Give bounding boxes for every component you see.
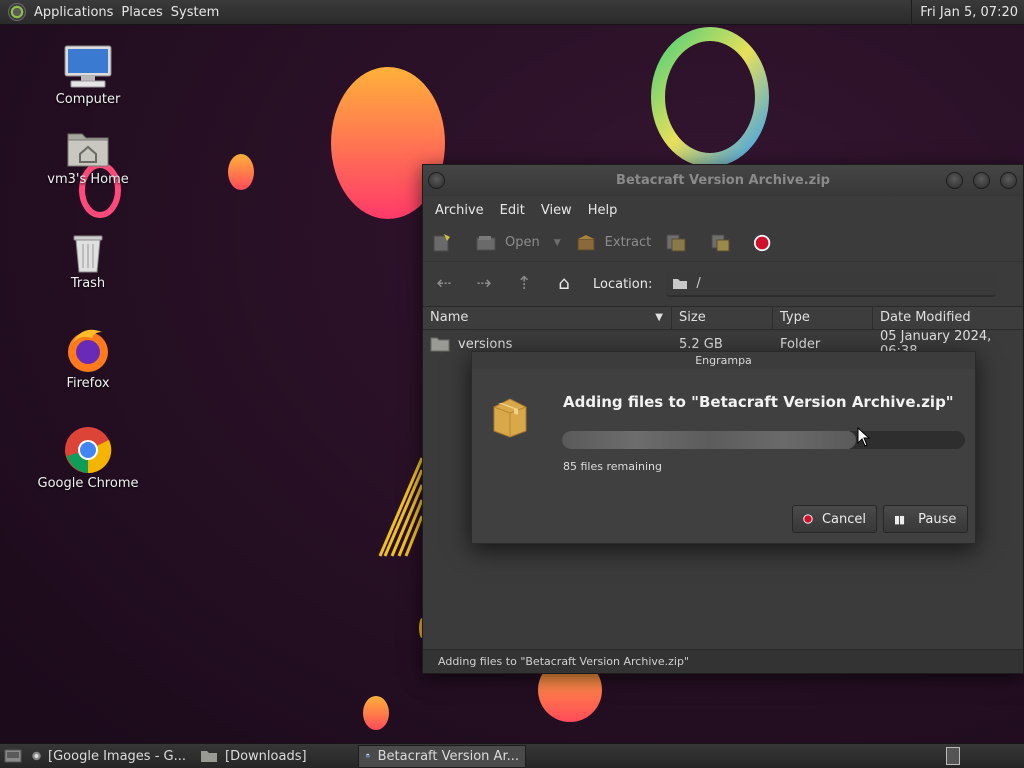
- column-type-label: Type: [780, 310, 810, 325]
- open-button[interactable]: Open ▼: [475, 233, 561, 253]
- task-downloads[interactable]: [Downloads]: [194, 745, 356, 768]
- maximize-button[interactable]: [973, 172, 990, 189]
- workspace-switcher-icon[interactable]: [946, 747, 960, 765]
- add-folder-icon: [711, 234, 730, 251]
- open-dropdown-icon[interactable]: ▼: [554, 238, 561, 248]
- clock[interactable]: Fri Jan 5, 07:20: [911, 0, 1024, 25]
- files-remaining: 85 files remaining: [563, 460, 663, 473]
- extract-label: Extract: [604, 235, 652, 250]
- desktop-icon-firefox[interactable]: Firefox: [33, 326, 143, 391]
- home-folder-icon: [67, 133, 109, 167]
- back-arrow-icon[interactable]: ⇠: [431, 273, 457, 295]
- new-archive-button[interactable]: [431, 233, 461, 253]
- sort-descending-icon: ▼: [655, 312, 663, 323]
- column-size[interactable]: Size: [672, 306, 773, 330]
- desktop-icon-label: Computer: [55, 92, 121, 107]
- desktop-icon-label: vm3's Home: [47, 172, 129, 187]
- column-date-modified[interactable]: Date Modified: [873, 306, 1023, 330]
- folder-icon: [673, 278, 688, 289]
- stop-icon: [754, 234, 771, 251]
- desktop-icon-home[interactable]: vm3's Home: [33, 128, 143, 187]
- column-name[interactable]: Name ▼: [423, 306, 672, 330]
- mouse-cursor-icon: [857, 427, 871, 447]
- task-label: Betacraft Version Ar...: [377, 748, 519, 764]
- up-arrow-icon[interactable]: ⇡: [511, 273, 537, 295]
- desktop-icon-computer[interactable]: Computer: [33, 44, 143, 107]
- desktop-icon-chrome[interactable]: Google Chrome: [33, 426, 143, 491]
- chrome-icon: [32, 751, 41, 761]
- home-icon[interactable]: ⌂: [551, 273, 577, 295]
- location-bar: ⇠ ⇢ ⇡ ⌂ Location: /: [423, 262, 1023, 306]
- file-list-header: Name ▼ Size Type Date Modified: [423, 306, 1023, 330]
- dialog-title[interactable]: Engrampa: [472, 352, 975, 369]
- folder-icon: [430, 337, 450, 352]
- pause-button[interactable]: ▮▮ Pause: [883, 505, 968, 533]
- task-label: [Downloads]: [225, 748, 307, 764]
- top-panel: Applications Places System Fri Jan 5, 07…: [0, 0, 1024, 25]
- open-label: Open: [505, 235, 540, 250]
- row-type: Folder: [780, 336, 821, 352]
- status-bar: Adding files to "Betacraft Version Archi…: [423, 649, 1023, 673]
- mate-logo-icon[interactable]: [8, 3, 26, 21]
- progress-bar: [562, 431, 965, 449]
- system-menu[interactable]: System: [171, 5, 227, 20]
- dialog-heading: Adding files to "Betacraft Version Archi…: [563, 393, 954, 411]
- column-type[interactable]: Type: [773, 306, 873, 330]
- menu-help[interactable]: Help: [580, 203, 626, 218]
- applications-menu[interactable]: Applications: [34, 5, 121, 20]
- add-files-icon: [666, 234, 686, 251]
- cancel-button[interactable]: Cancel: [792, 505, 877, 533]
- window-titlebar[interactable]: Betacraft Version Archive.zip: [423, 165, 1023, 196]
- add-files-button[interactable]: [665, 233, 695, 253]
- desktop-icon-label: Firefox: [66, 376, 110, 391]
- add-folder-button[interactable]: [709, 233, 739, 253]
- desktop-icon-trash[interactable]: Trash: [33, 228, 143, 291]
- computer-icon: [64, 45, 112, 88]
- desktop-icon-label: Trash: [70, 276, 106, 291]
- window-menu-button[interactable]: [428, 172, 445, 189]
- extract-icon: [577, 234, 595, 250]
- desktop-icon-label: Google Chrome: [37, 476, 139, 491]
- close-button[interactable]: [1000, 172, 1017, 189]
- stop-icon: [803, 514, 813, 524]
- chrome-icon: [65, 427, 112, 474]
- show-desktop-icon[interactable]: [0, 745, 26, 768]
- toolbar: Open ▼ Extract: [423, 224, 1023, 262]
- location-label: Location:: [593, 276, 653, 292]
- progress-bar-fill: [562, 431, 857, 449]
- new-archive-icon: [433, 233, 450, 251]
- menu-view[interactable]: View: [533, 203, 580, 218]
- forward-arrow-icon[interactable]: ⇢: [471, 273, 497, 295]
- menu-edit[interactable]: Edit: [492, 203, 533, 218]
- cancel-label: Cancel: [821, 511, 866, 527]
- column-name-label: Name: [430, 310, 469, 325]
- pause-label: Pause: [918, 511, 957, 527]
- row-name-cell: versions: [423, 336, 672, 352]
- menubar: Archive Edit View Help: [423, 196, 1023, 224]
- open-icon: [476, 235, 496, 250]
- task-betacraft-archive[interactable]: Betacraft Version Ar...: [358, 744, 526, 768]
- minimize-button[interactable]: [946, 172, 963, 189]
- extract-button[interactable]: Extract: [575, 233, 652, 253]
- pause-icon: ▮▮: [894, 512, 905, 526]
- trash-icon: [73, 235, 103, 273]
- column-size-label: Size: [679, 310, 706, 325]
- progress-dialog: Engrampa Adding files to "Betacraft Vers…: [471, 351, 976, 544]
- row-size: 5.2 GB: [679, 336, 723, 352]
- taskbar: [Google Images - G... [Downloads] Betacr…: [0, 743, 1024, 768]
- window-title: Betacraft Version Archive.zip: [616, 173, 830, 188]
- menu-archive[interactable]: Archive: [427, 203, 492, 218]
- stop-button[interactable]: [753, 233, 781, 253]
- task-label: [Google Images - G...: [48, 748, 186, 764]
- archive-icon: [365, 753, 371, 759]
- package-icon: [493, 398, 527, 438]
- folder-icon: [201, 751, 217, 762]
- task-google-images[interactable]: [Google Images - G...: [26, 745, 192, 768]
- row-name: versions: [458, 336, 513, 352]
- places-menu[interactable]: Places: [121, 5, 170, 20]
- firefox-icon: [68, 329, 108, 372]
- location-field[interactable]: /: [666, 271, 997, 297]
- location-value: /: [696, 275, 701, 291]
- column-date-label: Date Modified: [880, 310, 971, 325]
